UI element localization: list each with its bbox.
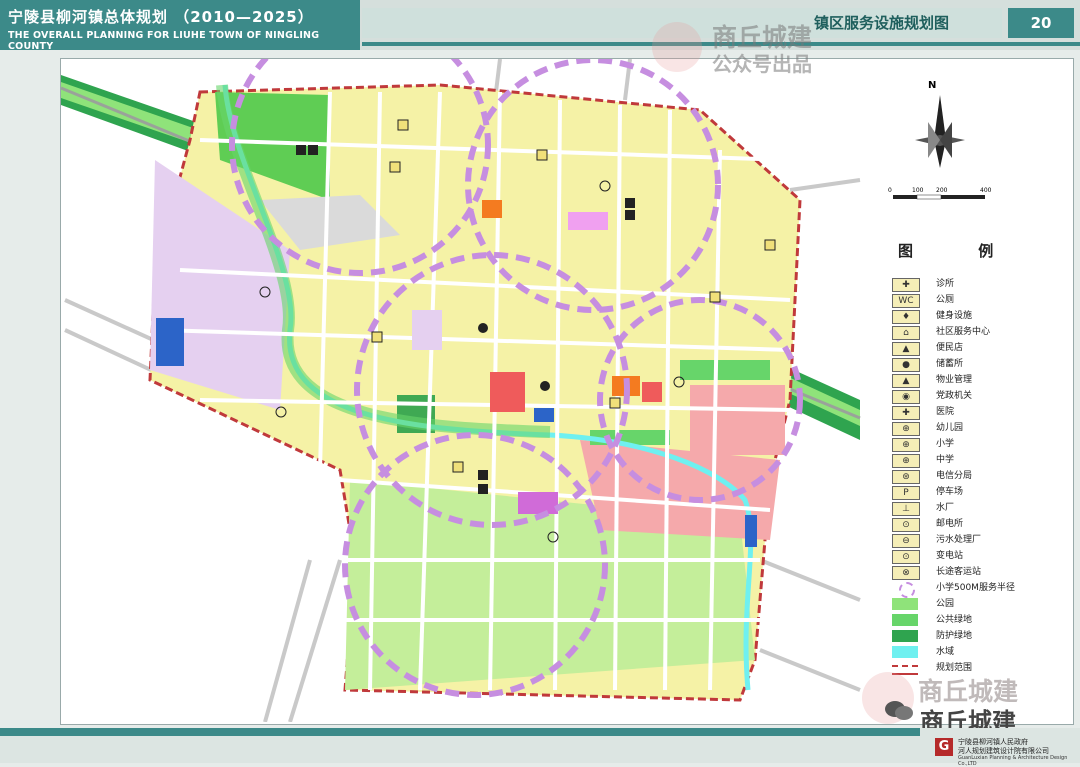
legend-item-label: 党政机关 (936, 391, 973, 401)
government-icon: ◉ (892, 390, 920, 404)
facility-marker (625, 198, 635, 208)
protective-green-swatch (892, 630, 918, 642)
green-strip (680, 360, 770, 380)
facility-marker (296, 145, 306, 155)
legend-item-label: 社区服务中心 (936, 327, 991, 337)
pink-block-north (568, 212, 608, 230)
legend-item-label: 储蓄所 (936, 359, 964, 369)
primary-school-icon: ⊕ (892, 438, 920, 452)
facility-marker (625, 210, 635, 220)
legend-item-label: 水厂 (936, 503, 955, 513)
legend-item-label: 公共绿地 (936, 615, 973, 625)
legend-item-label: 便民店 (936, 343, 964, 353)
blue-block-west (156, 318, 184, 366)
legend: N 0 100 200 400 图 例 ✚ 诊所 WC 公厕 ♦ 健身设施 ⌂ 社区服务中心 ▲… (870, 68, 1066, 718)
north-label: N (928, 80, 937, 91)
legend-item-label: 邮电所 (936, 519, 964, 529)
magenta-block-south (518, 492, 558, 514)
substation-icon: ⊙ (892, 550, 920, 564)
footer-bar (0, 728, 920, 736)
legend-item-label: 变电站 (936, 551, 964, 561)
parking-icon: P (892, 486, 920, 500)
legend-item-label: 诊所 (936, 279, 955, 289)
red-block-east (642, 382, 662, 402)
scale-label: 0 (888, 187, 892, 194)
commercial-block-east (690, 385, 785, 455)
park-swatch (892, 598, 918, 610)
watermark-seal (652, 22, 702, 72)
footer-org: GuanLuxian Planning & Architecture Desig… (958, 755, 1068, 767)
sewage-plant-icon: ⊖ (892, 534, 920, 548)
waterworks-icon: ⊥ (892, 502, 920, 516)
post-office-icon: ⊙ (892, 518, 920, 532)
telecom-icon: ⊛ (892, 470, 920, 484)
facility-marker (452, 461, 464, 473)
facility-marker (540, 381, 550, 391)
bank-icon: ● (892, 358, 920, 372)
hospital-icon: ✚ (892, 406, 920, 420)
facility-marker (371, 331, 383, 343)
admin-block (412, 310, 442, 350)
legend-item-label: 小学 (936, 439, 955, 449)
legend-item-label: 物业管理 (936, 375, 973, 385)
legend-item-label: 中学 (936, 455, 955, 465)
facility-marker (478, 323, 488, 333)
legend-item-label: 电信分局 (936, 471, 973, 481)
toilet-icon: WC (892, 294, 920, 308)
watermark-text: 公众号出品 (712, 52, 812, 76)
clinic-icon: ✚ (892, 278, 920, 292)
facility-marker (397, 119, 409, 131)
kindergarten-icon: ⊕ (892, 422, 920, 436)
legend-item-label: 医院 (936, 407, 955, 417)
shop-icon: ▲ (892, 342, 920, 356)
service-radius-icon (899, 582, 915, 598)
legend-title: 图 例 (898, 242, 1024, 260)
legend-item-label: 公园 (936, 599, 955, 609)
legend-item-label: 防护绿地 (936, 631, 973, 641)
legend-item-label: 停车场 (936, 487, 964, 497)
water-swatch (892, 646, 918, 658)
facility-marker (478, 470, 488, 480)
blue-block-center (534, 408, 554, 422)
community-center-icon: ⌂ (892, 326, 920, 340)
property-icon: ▲ (892, 374, 920, 388)
orange-block-north (482, 200, 502, 218)
company-logo: G (935, 738, 953, 756)
legend-item-label: 小学500M服务半径 (936, 583, 1015, 593)
fitness-icon: ♦ (892, 310, 920, 324)
legend-item-label: 幼儿园 (936, 423, 964, 433)
middle-school-icon: ⊕ (892, 454, 920, 468)
facility-marker (609, 397, 621, 409)
facility-marker (709, 291, 721, 303)
scale-label: 400 (980, 187, 992, 194)
wechat-icon (885, 701, 913, 720)
facility-marker (536, 149, 548, 161)
legend-item-label: 长途客运站 (936, 567, 982, 577)
public-green-swatch (892, 614, 918, 626)
scale-label: 200 (936, 187, 948, 194)
facility-marker (764, 239, 776, 251)
hospital-block (490, 372, 525, 412)
facility-marker (478, 484, 488, 494)
facility-marker (389, 161, 401, 173)
legend-item-label: 健身设施 (936, 311, 973, 321)
bus-station-icon: ⊗ (892, 566, 920, 580)
facility-marker (308, 145, 318, 155)
scale-label: 100 (912, 187, 924, 194)
blue-block-east (745, 515, 757, 547)
legend-item-label: 水域 (936, 647, 955, 657)
legend-item-label: 公厕 (936, 295, 955, 305)
legend-item-label: 污水处理厂 (936, 535, 982, 545)
